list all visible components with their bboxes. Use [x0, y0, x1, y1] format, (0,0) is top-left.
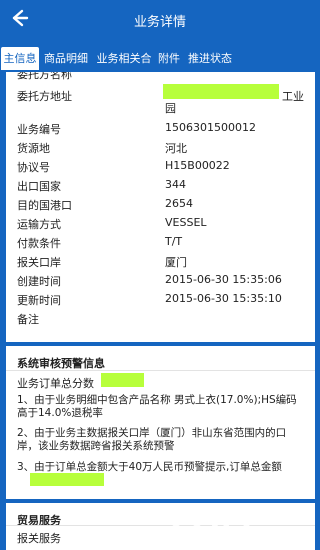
redacted-score: [101, 373, 144, 387]
field-label: 报关口岸: [17, 256, 61, 269]
field-label: 出口国家: [17, 180, 61, 193]
main-info-card: 委托方名称 委托方地址 工业 园 业务编号 1506301500012 货源地 …: [6, 72, 315, 342]
field-value: 344: [165, 178, 186, 191]
warning-item: 1、由于业务明细中包含产品名称 男式上衣(17.0%);HS编码高于14.0%退…: [17, 394, 297, 419]
app-root: 业务详情 主信息 商品明细 业务相关合同 附件 推进状态 委托方名称 委托方地址…: [0, 0, 320, 550]
watermark-brand: 2265: [168, 505, 252, 540]
tab-main-info[interactable]: 主信息: [1, 47, 39, 70]
trade-item[interactable]: 报关服务: [17, 530, 61, 546]
field-label: 协议号: [17, 161, 50, 174]
field-value: 2015-06-30 15:35:10: [165, 292, 282, 305]
redacted-amount: [30, 473, 104, 486]
address-suffix-2: 园: [165, 102, 176, 115]
address-suffix: 工业: [282, 90, 304, 103]
warning-item: 2、由于业务主数据报关口岸（厦门）非山东省范围内的口岸，该业务数据跨省报关系统预…: [17, 427, 287, 452]
cut-off-label: 委托方名称: [17, 72, 72, 81]
field-label: 运输方式: [17, 218, 61, 231]
page-title: 业务详情: [133, 15, 186, 30]
field-value: H15B00022: [165, 159, 230, 172]
watermark-url: 2265.com: [252, 527, 297, 537]
field-label: 备注: [17, 313, 39, 326]
field-label: 货源地: [17, 142, 50, 155]
tab-related-contracts[interactable]: 业务相关合同: [92, 47, 156, 88]
tab-progress-status[interactable]: 推进状态: [185, 47, 235, 70]
audit-title: 系统审核预警信息: [17, 357, 105, 370]
audit-warning-card: 系统审核预警信息 业务订单总分数 1、由于业务明细中包含产品名称 男式上衣(17…: [6, 346, 315, 499]
field-value: 2654: [165, 197, 193, 210]
tab-bar: 主信息 商品明细 业务相关合同 附件 推进状态: [0, 42, 320, 88]
redacted-address: [163, 84, 279, 99]
score-label: 业务订单总分数: [17, 377, 94, 390]
field-label: 目的国港口: [17, 199, 72, 212]
site-watermark-logo: 2265 手游网 2265.com: [168, 505, 297, 540]
divider: [6, 370, 315, 371]
field-value: 2015-06-30 15:35:06: [165, 273, 282, 286]
top-bar: 业务详情: [0, 0, 320, 40]
address-label: 委托方地址: [17, 90, 72, 103]
tab-product-details[interactable]: 商品明细: [42, 47, 90, 70]
tab-attachments[interactable]: 附件: [157, 47, 181, 70]
field-label: 创建时间: [17, 275, 61, 288]
field-label: 更新时间: [17, 294, 61, 307]
field-label: 付款条件: [17, 237, 61, 250]
field-value: 厦门: [165, 256, 187, 269]
field-value: 1506301500012: [165, 121, 256, 134]
field-value: T/T: [165, 235, 183, 248]
field-label: 业务编号: [17, 123, 61, 136]
field-value: 河北: [165, 142, 187, 155]
field-value: VESSEL: [165, 216, 207, 229]
watermark-sub: 手游网: [252, 508, 288, 523]
